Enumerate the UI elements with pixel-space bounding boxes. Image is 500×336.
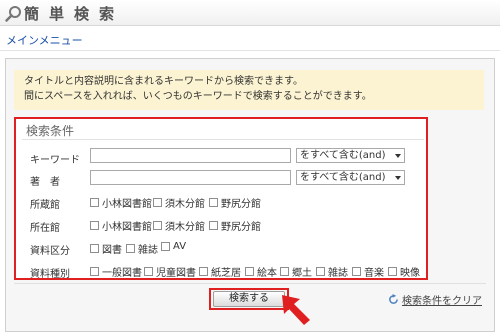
material-type-option[interactable]: 音楽 [352,264,384,279]
material-type-option[interactable]: 郷土 [280,264,312,279]
clear-conditions-link[interactable]: 検索条件をクリア [388,292,482,307]
option-label: AV [173,241,187,252]
author-mode-value: をすべて含む(and) [300,172,386,183]
author-mode-select[interactable]: をすべて含む(and) [296,170,405,185]
notice-line-2: 間にスペースを入れれば、いくつものキーワードで検索することができます。 [24,91,372,102]
checkbox[interactable] [153,221,162,230]
checkbox[interactable] [144,267,153,276]
option-label: 須木分館 [165,199,205,210]
material-type-option[interactable]: 児童図書 [144,264,196,279]
divider [0,50,500,51]
checkbox[interactable] [90,198,99,207]
option-label: 紙芝居 [211,268,241,279]
option-label: 映像 [400,268,420,279]
material-type-option[interactable]: 雑誌 [316,264,348,279]
material-type-label: 資料種別 [30,269,70,280]
checkbox[interactable] [90,244,99,253]
checkbox[interactable] [280,267,289,276]
checkbox[interactable] [209,221,218,230]
material-class-option[interactable]: AV [161,241,186,252]
material-type-option[interactable]: 紙芝居 [199,264,241,279]
material-class-option[interactable]: 雑誌 [126,241,158,256]
checkbox[interactable] [209,198,218,207]
search-icon [5,6,21,22]
option-label: 児童図書 [156,268,196,279]
divider [22,139,424,140]
instruction-notice: タイトルと内容説明に含まれるキーワードから検索できます。 間にスペースを入れれば… [14,70,484,110]
location-library-option[interactable]: 須木分館 [153,218,205,233]
option-label: 雑誌 [138,245,158,256]
page-title: 簡単検索 [24,5,125,23]
option-label: 野尻分館 [221,222,261,233]
refresh-icon [389,294,398,304]
main-menu-link[interactable]: メインメニュー [6,32,83,48]
option-label: 郷土 [292,268,312,279]
clear-conditions-label: 検索条件をクリア [402,296,482,307]
keyword-input[interactable] [90,148,291,163]
material-class-option[interactable]: 図書 [90,241,122,256]
holding-library-label: 所蔵館 [30,200,60,211]
divider [14,283,486,284]
notice-line-1: タイトルと内容説明に含まれるキーワードから検索できます。 [24,76,303,87]
keyword-mode-value: をすべて含む(and) [300,150,386,161]
material-type-option[interactable]: 映像 [388,264,420,279]
checkbox[interactable] [90,221,99,230]
holding-library-option[interactable]: 須木分館 [153,195,205,210]
author-input[interactable] [90,170,291,185]
option-label: 図書 [102,245,122,256]
option-label: 音楽 [364,268,384,279]
search-conditions-title: 検索条件 [26,124,75,138]
checkbox[interactable] [161,242,170,251]
option-label: 小林図書館 [102,222,152,233]
checkbox[interactable] [388,267,397,276]
option-label: 野尻分館 [221,199,261,210]
chevron-down-icon [395,176,401,180]
option-label: 須木分館 [165,222,205,233]
pointer-arrow-icon [282,295,310,325]
checkbox[interactable] [352,267,361,276]
checkbox[interactable] [199,267,208,276]
checkbox[interactable] [90,267,99,276]
search-button[interactable]: 検索する [213,291,285,307]
holding-library-option[interactable]: 野尻分館 [209,195,261,210]
keyword-label: キーワード [30,155,80,166]
option-label: 一般図書 [102,268,142,279]
location-library-option[interactable]: 野尻分館 [209,218,261,233]
checkbox[interactable] [245,267,254,276]
material-type-option[interactable]: 一般図書 [90,264,142,279]
checkbox[interactable] [153,198,162,207]
location-library-option[interactable]: 小林図書館 [90,218,152,233]
material-type-option[interactable]: 絵本 [245,264,277,279]
option-label: 雑誌 [328,268,348,279]
material-class-label: 資料区分 [30,246,70,257]
keyword-mode-select[interactable]: をすべて含む(and) [296,148,405,163]
checkbox[interactable] [316,267,325,276]
checkbox[interactable] [126,244,135,253]
option-label: 絵本 [257,268,277,279]
holding-library-option[interactable]: 小林図書館 [90,195,152,210]
page-header: 簡単検索 [0,0,500,26]
option-label: 小林図書館 [102,199,152,210]
location-library-label: 所在館 [30,223,60,234]
chevron-down-icon [395,154,401,158]
author-label: 著 者 [30,177,60,188]
